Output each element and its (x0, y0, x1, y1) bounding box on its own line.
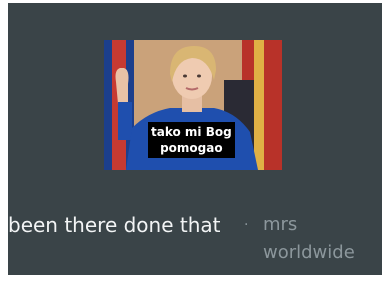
post-meta: been there done that · mrs worldwide (8, 211, 382, 271)
post-image[interactable]: tako mi Bog pomogao (104, 40, 282, 170)
image-caption-line-1: tako mi Bog (151, 125, 232, 139)
image-caption-line-2: pomogao (160, 141, 223, 155)
post-card[interactable]: tako mi Bog pomogao been there done that… (8, 3, 382, 275)
post-author[interactable]: mrs worldwide (263, 211, 378, 267)
image-caption: tako mi Bog pomogao (148, 122, 235, 158)
meta-separator: · (244, 217, 249, 233)
post-title[interactable]: been there done that (8, 211, 221, 239)
